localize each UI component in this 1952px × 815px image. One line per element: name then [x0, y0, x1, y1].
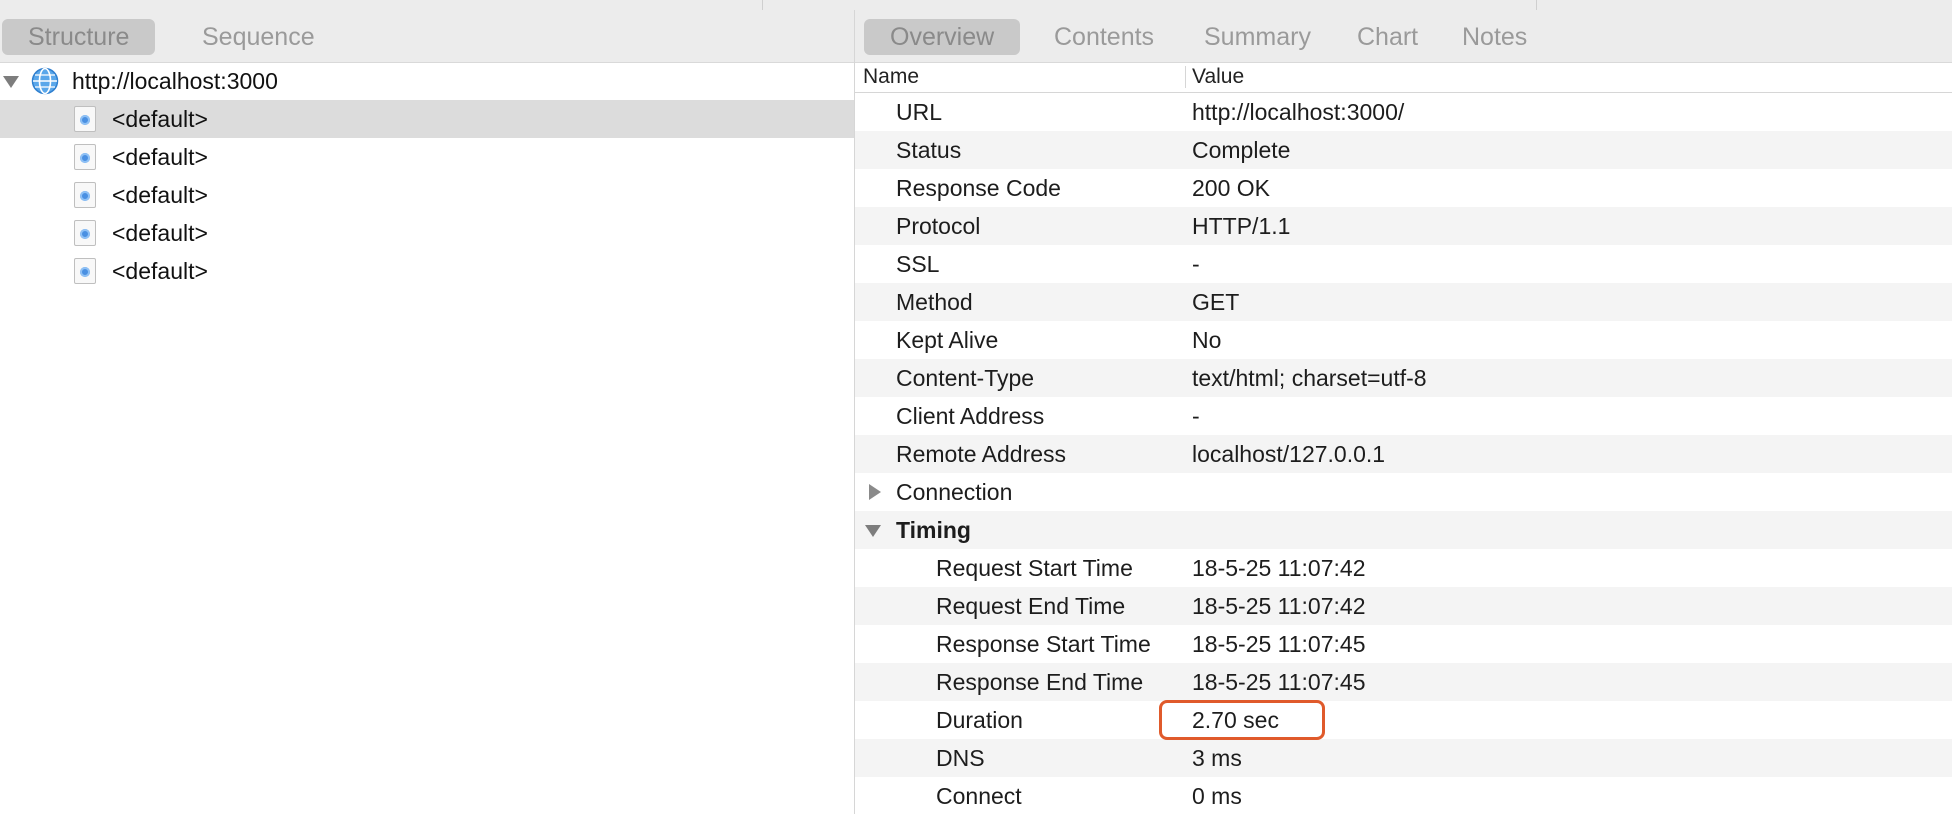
table-row[interactable]: DNS 3 ms [855, 739, 1952, 777]
row-value: 18-5-25 11:07:42 [1192, 593, 1366, 619]
tab-contents[interactable]: Contents [1028, 19, 1180, 55]
document-icon [74, 182, 96, 208]
table-row-timing-group[interactable]: Timing [855, 511, 1952, 549]
row-value: GET [1192, 289, 1240, 315]
tree-item[interactable]: <default> [0, 138, 854, 176]
row-value: 3 ms [1192, 745, 1242, 771]
duration-value: 2.70 sec [1192, 707, 1279, 733]
table-row-connection-group[interactable]: Connection [855, 473, 1952, 511]
left-tab-bar: Structure Sequence [0, 10, 854, 63]
row-name: Request Start Time [936, 555, 1133, 581]
table-row[interactable]: SSL - [855, 245, 1952, 283]
structure-pane: Structure Sequence http://localhost:3000… [0, 10, 855, 814]
tree-item-label: <default> [112, 182, 208, 208]
table-row[interactable]: Status Complete [855, 131, 1952, 169]
row-name: Remote Address [896, 441, 1067, 467]
tree-item[interactable]: <default> [0, 214, 854, 252]
row-value: 18-5-25 11:07:45 [1192, 669, 1366, 695]
row-value: http://localhost:3000/ [1192, 99, 1405, 125]
table-row[interactable]: Content-Type text/html; charset=utf-8 [855, 359, 1952, 397]
column-header-name[interactable]: Name [863, 62, 919, 92]
tree-item[interactable]: <default> [0, 252, 854, 290]
tree-item[interactable]: <default> [0, 176, 854, 214]
tab-overview[interactable]: Overview [864, 19, 1021, 55]
row-value: text/html; charset=utf-8 [1192, 365, 1427, 391]
tab-structure[interactable]: Structure [2, 19, 156, 55]
strip-divider [1536, 0, 1537, 10]
row-value: 200 OK [1192, 175, 1270, 201]
document-icon [74, 258, 96, 284]
table-row[interactable]: Protocol HTTP/1.1 [855, 207, 1952, 245]
table-row[interactable]: Response End Time 18-5-25 11:07:45 [855, 663, 1952, 701]
row-name: Timing [896, 517, 971, 543]
row-name: Duration [936, 707, 1023, 733]
tree-item-label: <default> [112, 144, 208, 170]
table-row[interactable]: Client Address - [855, 397, 1952, 435]
globe-icon [31, 67, 59, 95]
row-value: localhost/127.0.0.1 [1192, 441, 1386, 467]
row-name: Response Start Time [936, 631, 1151, 657]
row-name: SSL [896, 251, 940, 277]
document-icon [74, 144, 96, 170]
table-row[interactable]: Response Code 200 OK [855, 169, 1952, 207]
row-name: Method [896, 289, 973, 315]
row-name: Connection [896, 479, 1013, 505]
row-value: 0 ms [1192, 783, 1242, 809]
row-name: Connect [936, 783, 1022, 809]
document-icon [74, 220, 96, 246]
strip-divider [762, 0, 763, 10]
tree-item-label: <default> [112, 106, 208, 132]
row-value: HTTP/1.1 [1192, 213, 1291, 239]
row-name: Client Address [896, 403, 1045, 429]
table-row[interactable]: Request Start Time 18-5-25 11:07:42 [855, 549, 1952, 587]
row-value: 18-5-25 11:07:45 [1192, 631, 1366, 657]
column-header-value[interactable]: Value [1192, 62, 1244, 92]
table-row[interactable]: Duration 2.70 sec [855, 701, 1952, 739]
row-name: Response Code [896, 175, 1061, 201]
row-value: Complete [1192, 137, 1291, 163]
tree-item-label: <default> [112, 258, 208, 284]
tab-chart[interactable]: Chart [1331, 19, 1444, 55]
tab-notes[interactable]: Notes [1436, 19, 1553, 55]
row-name: DNS [936, 745, 985, 771]
row-name: Status [896, 137, 962, 163]
row-name: Request End Time [936, 593, 1126, 619]
table-row[interactable]: Kept Alive No [855, 321, 1952, 359]
row-value: 18-5-25 11:07:42 [1192, 555, 1366, 581]
tree-item-label: <default> [112, 220, 208, 246]
table-row[interactable]: URL http://localhost:3000/ [855, 93, 1952, 131]
tab-sequence[interactable]: Sequence [176, 19, 341, 55]
table-row[interactable]: Method GET [855, 283, 1952, 321]
table-row[interactable]: Response Start Time 18-5-25 11:07:45 [855, 625, 1952, 663]
row-value: No [1192, 327, 1222, 353]
row-value: - [1192, 251, 1200, 277]
disclosure-triangle-icon[interactable] [869, 484, 881, 500]
tree-item[interactable]: <default> [0, 100, 854, 138]
row-name: URL [896, 99, 943, 125]
document-icon [74, 106, 96, 132]
host-label: http://localhost:3000 [72, 68, 278, 94]
row-name: Response End Time [936, 669, 1144, 695]
table-row[interactable]: Request End Time 18-5-25 11:07:42 [855, 587, 1952, 625]
tab-summary[interactable]: Summary [1178, 19, 1337, 55]
disclosure-triangle-icon[interactable] [3, 76, 19, 88]
row-name: Protocol [896, 213, 981, 239]
table-row[interactable]: Remote Address localhost/127.0.0.1 [855, 435, 1952, 473]
row-name: Kept Alive [896, 327, 999, 353]
row-name: Content-Type [896, 365, 1035, 391]
row-value: - [1192, 403, 1200, 429]
column-divider[interactable] [1185, 66, 1186, 88]
tree-host-row[interactable]: http://localhost:3000 [0, 62, 854, 100]
details-pane: Overview Contents Summary Chart Notes Na… [855, 10, 1952, 814]
disclosure-triangle-icon[interactable] [865, 525, 881, 537]
table-row[interactable]: Connect 0 ms [855, 777, 1952, 815]
right-tab-bar: Overview Contents Summary Chart Notes [855, 10, 1952, 63]
table-header: Name Value [855, 62, 1952, 93]
